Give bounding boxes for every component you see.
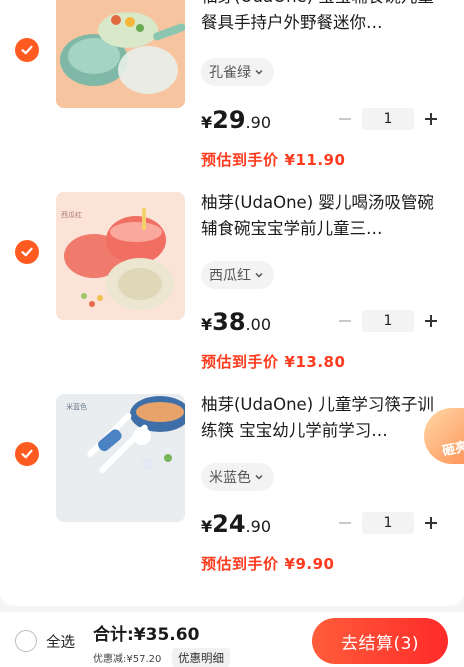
check-icon [21,449,33,459]
select-all-checkbox[interactable] [15,630,37,652]
cart-list: 柚芽(UdaOne) 宝宝辅食碗儿童餐具手持户外野餐迷你… 孔雀绿 ¥29.90… [0,0,464,606]
thumb-caption: 西瓜红 [61,211,82,219]
spec-selector[interactable]: 孔雀绿 [201,58,274,86]
increase-button[interactable] [422,312,440,330]
item-checkbox[interactable] [15,240,39,264]
plus-icon [425,517,437,529]
thumb-caption: 米蓝色 [66,403,87,411]
cart-item: 柚芽(UdaOne) 宝宝辅食碗儿童餐具手持户外野餐迷你… 孔雀绿 ¥29.90… [0,0,464,186]
item-checkbox[interactable] [15,442,39,466]
increase-button[interactable] [422,110,440,128]
estimated-price: 预估到手价 ¥9.90 [201,555,335,573]
chevron-down-icon [255,69,263,75]
increase-button[interactable] [422,514,440,532]
chevron-down-icon [255,474,263,480]
product-title[interactable]: 柚芽(UdaOne) 婴儿喝汤吸管碗辅食碗宝宝学前儿童三… [201,190,437,242]
cart-item: 西瓜红 柚芽(UdaOne) 婴儿喝汤吸管碗辅食碗宝宝学前儿童三… 西瓜红 ¥3… [0,192,464,388]
decrease-button[interactable] [336,514,354,532]
spec-selector[interactable]: 西瓜红 [201,261,274,289]
price: ¥24.90 [201,510,271,538]
plus-icon [425,315,437,327]
product-image[interactable]: 米蓝色 [56,394,185,522]
product-title[interactable]: 柚芽(UdaOne) 宝宝辅食碗儿童餐具手持户外野餐迷你… [201,0,437,36]
check-icon [21,247,33,257]
total-amount: 合计:¥35.60 [93,625,200,645]
product-image[interactable]: 西瓜红 [56,192,185,320]
price: ¥29.90 [201,106,271,134]
product-image[interactable] [56,0,185,108]
estimated-price: 预估到手价 ¥11.90 [201,151,346,169]
quantity-input[interactable]: 1 [362,512,414,534]
quantity-input[interactable]: 1 [362,108,414,130]
checkout-button[interactable]: 去结算(3) [312,618,448,664]
checkout-bar: 全选 合计:¥35.60 优惠减:¥57.20 优惠明细 去结算(3) [0,612,464,667]
spec-selector[interactable]: 米蓝色 [201,463,274,491]
decrease-button[interactable] [336,110,354,128]
chevron-down-icon [255,272,263,278]
item-checkbox[interactable] [15,38,39,62]
decrease-button[interactable] [336,312,354,330]
minus-icon [339,320,351,322]
discount-detail-button[interactable]: 优惠明细 [172,648,230,667]
check-icon [21,45,33,55]
minus-icon [339,118,351,120]
minus-icon [339,522,351,524]
quantity-input[interactable]: 1 [362,310,414,332]
select-all-label[interactable]: 全选 [46,631,75,652]
discount-amount: 优惠减:¥57.20 [93,654,162,665]
price: ¥38.00 [201,308,271,336]
cart-item: 米蓝色 柚芽(UdaOne) 儿童学习筷子训练筷 宝宝幼儿学前学习… 米蓝色 ¥… [0,394,464,590]
plus-icon [425,113,437,125]
estimated-price: 预估到手价 ¥13.80 [201,353,346,371]
product-title[interactable]: 柚芽(UdaOne) 儿童学习筷子训练筷 宝宝幼儿学前学习… [201,392,437,444]
